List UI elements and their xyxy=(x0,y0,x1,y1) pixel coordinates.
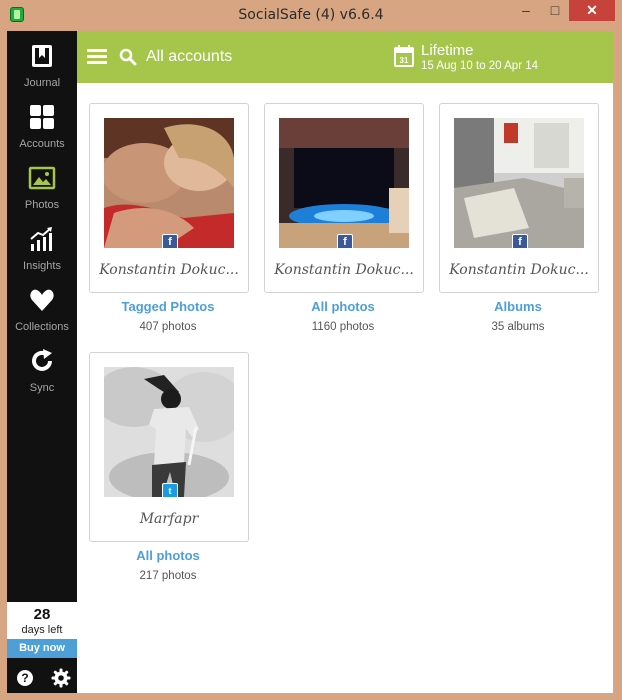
album-count: 35 albums xyxy=(491,321,545,333)
insights-chart-icon xyxy=(30,227,52,251)
sidebar-item-photos[interactable]: Photos xyxy=(7,153,77,214)
search-icon[interactable] xyxy=(119,48,137,66)
top-bar: All accounts 31 Lifetime 15 Aug 10 to 20… xyxy=(77,31,613,83)
album-card[interactable]: f Konstantin Dokuc... xyxy=(264,103,424,293)
sidebar-item-label: Sync xyxy=(29,382,55,394)
accounts-grid-icon xyxy=(30,105,54,129)
account-name: Marfapr xyxy=(139,511,199,527)
album-count: 1160 photos xyxy=(311,321,375,333)
buy-now-button[interactable]: Buy now xyxy=(7,639,77,658)
album-count: 217 photos xyxy=(139,570,197,582)
account-name: Konstantin Dokuc... xyxy=(449,262,589,278)
facebook-badge-icon: f xyxy=(337,234,353,248)
photos-content: f Konstantin Dokuc... Tagged Photos 407 … xyxy=(77,83,613,693)
facebook-badge-icon: f xyxy=(162,234,178,248)
album-thumbnail: f xyxy=(104,118,234,248)
photos-icon xyxy=(28,166,56,190)
account-name: Konstantin Dokuc... xyxy=(274,262,414,278)
sidebar-item-insights[interactable]: Insights xyxy=(7,214,77,275)
album-thumbnail: f xyxy=(279,118,409,248)
sync-icon xyxy=(32,349,52,371)
album-card[interactable]: f Konstantin Dokuc... xyxy=(439,103,599,293)
facebook-badge-icon: f xyxy=(512,234,528,248)
sidebar-item-accounts[interactable]: Accounts xyxy=(7,92,77,153)
album-title-link[interactable]: Tagged Photos xyxy=(88,299,248,314)
sidebar-item-collections[interactable]: Collections xyxy=(7,275,77,336)
sidebar: Journal Accounts Photos Insights Collect… xyxy=(7,31,77,693)
calendar-day: 31 xyxy=(400,56,409,65)
heart-icon xyxy=(30,289,54,311)
sidebar-item-label: Journal xyxy=(23,77,61,89)
sidebar-item-label: Photos xyxy=(24,199,60,211)
trial-days-label: days left xyxy=(21,624,63,636)
minimize-button[interactable]: – xyxy=(512,0,540,21)
album-title-link[interactable]: All photos xyxy=(88,548,248,563)
twitter-badge-icon: t xyxy=(162,483,178,497)
account-filter[interactable]: All accounts xyxy=(146,48,232,66)
gear-icon[interactable] xyxy=(51,668,71,688)
album-thumbnail: f xyxy=(454,118,584,248)
help-icon[interactable]: ? xyxy=(17,670,33,686)
menu-icon[interactable] xyxy=(87,49,107,65)
album-count: 407 photos xyxy=(139,321,197,333)
close-button[interactable]: ✕ xyxy=(569,0,615,21)
date-range: 15 Aug 10 to 20 Apr 14 xyxy=(421,60,539,72)
sidebar-item-label: Collections xyxy=(15,321,69,333)
sidebar-item-sync[interactable]: Sync xyxy=(7,336,77,397)
sidebar-footer: ? xyxy=(7,661,77,693)
album-title-link[interactable]: Albums xyxy=(438,299,598,314)
album-title-link[interactable]: All photos xyxy=(263,299,423,314)
maximize-button[interactable]: □ xyxy=(541,0,569,21)
account-name: Konstantin Dokuc... xyxy=(99,262,239,278)
sidebar-item-label: Insights xyxy=(23,260,61,272)
album-card[interactable]: t Marfapr xyxy=(89,352,249,542)
album-card[interactable]: f Konstantin Dokuc... xyxy=(89,103,249,293)
title-bar: SocialSafe (4) v6.6.4 – □ ✕ xyxy=(0,0,622,30)
sidebar-item-label: Accounts xyxy=(19,138,65,150)
sidebar-item-journal[interactable]: Journal xyxy=(7,31,77,92)
journal-icon xyxy=(32,45,52,67)
calendar-icon[interactable]: 31 xyxy=(394,45,414,67)
app-window: SocialSafe (4) v6.6.4 – □ ✕ Journal Acco… xyxy=(0,0,622,700)
period-label[interactable]: Lifetime xyxy=(421,42,474,59)
album-thumbnail: t xyxy=(104,367,234,497)
trial-days-count: 28 xyxy=(33,606,51,623)
